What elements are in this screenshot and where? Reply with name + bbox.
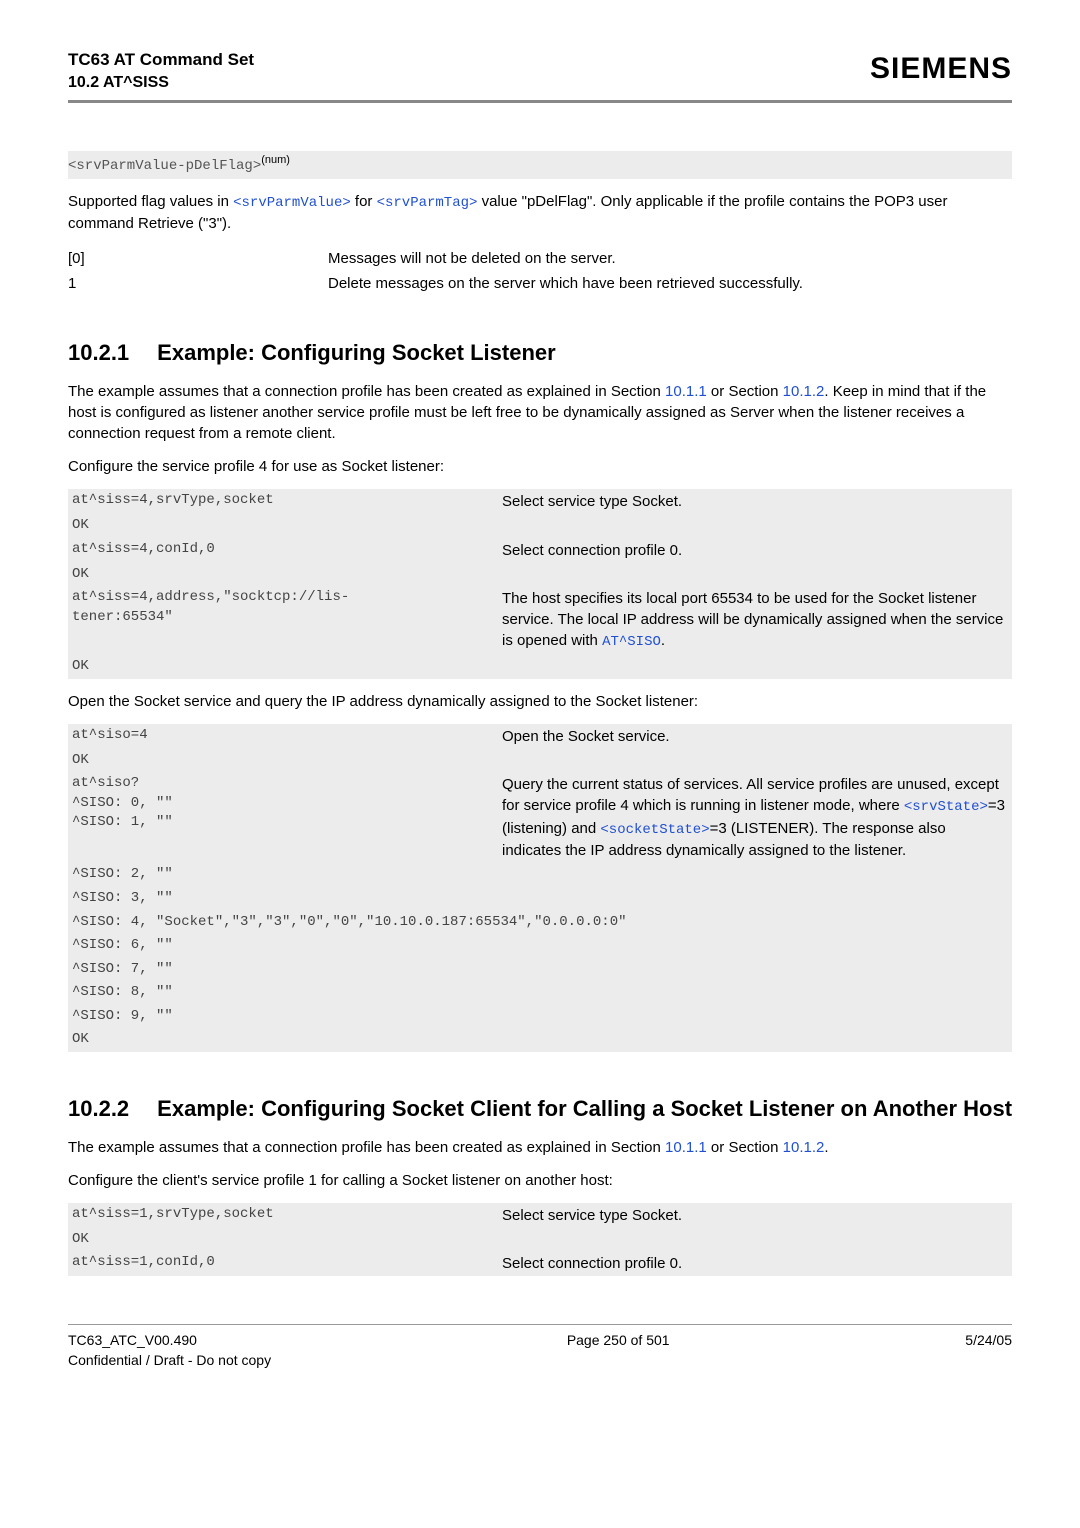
- section-para: The example assumes that a connection pr…: [68, 1137, 1012, 1158]
- footer-docid: TC63_ATC_V00.490: [68, 1331, 271, 1351]
- text: .: [824, 1139, 828, 1156]
- text: or Section: [707, 1139, 783, 1156]
- link-section[interactable]: 10.1.2: [783, 1139, 825, 1156]
- doc-title: TC63 AT Command Set: [68, 48, 254, 72]
- code: OK: [72, 751, 502, 771]
- code-comment: [502, 983, 1008, 1003]
- code: at^siso=4: [72, 726, 502, 747]
- code: ^SISO: 8, "": [72, 983, 502, 1003]
- param-value: Delete messages on the server which have…: [328, 271, 1012, 296]
- code-comment: [502, 1030, 1008, 1050]
- section-number: 10.2.2: [68, 1094, 129, 1125]
- code: at^siss=1,srvType,socket: [72, 1205, 502, 1226]
- code: OK: [72, 1230, 502, 1250]
- code-comment: [502, 657, 1008, 677]
- text: The host specifies its local port 65534 …: [502, 590, 1003, 649]
- section-para: Configure the client's service profile 1…: [68, 1170, 1012, 1191]
- code-comment: [502, 865, 1008, 885]
- code: at^siso? ^SISO: 0, "" ^SISO: 1, "": [72, 774, 502, 861]
- page-header: TC63 AT Command Set 10.2 AT^SISS SIEMENS: [68, 48, 1012, 103]
- param-desc: Supported flag values in <srvParmValue> …: [68, 191, 1012, 235]
- code: ^SISO: 4, "Socket","3","3","0","0","10.1…: [72, 913, 1008, 933]
- section-para: The example assumes that a connection pr…: [68, 381, 1012, 444]
- code: at^siss=4,conId,0: [72, 540, 502, 561]
- link-section[interactable]: 10.1.1: [665, 1139, 707, 1156]
- code: ^SISO: 7, "": [72, 960, 502, 980]
- section-number: 10.2.1: [68, 338, 129, 369]
- code-comment: [502, 1007, 1008, 1027]
- code-comment: [502, 936, 1008, 956]
- param-name: <srvParmValue-pDelFlag>: [68, 158, 261, 174]
- param-key: [0]: [68, 246, 328, 271]
- code-block: at^siso=4Open the Socket service. OK at^…: [68, 724, 1012, 1053]
- code-comment: [502, 516, 1008, 536]
- code-block: at^siss=4,srvType,socketSelect service t…: [68, 489, 1012, 678]
- code: at^siss=1,conId,0: [72, 1253, 502, 1274]
- section-heading: 10.2.1 Example: Configuring Socket Listen…: [68, 338, 1012, 369]
- link-socketstate[interactable]: <socketState>: [600, 822, 709, 838]
- code-comment: [502, 889, 1008, 909]
- param-table: [0] Messages will not be deleted on the …: [68, 246, 1012, 296]
- link-atsiso[interactable]: AT^SISO: [602, 634, 661, 650]
- section-title: Example: Configuring Socket Listener: [157, 340, 556, 365]
- code-comment: Open the Socket service.: [502, 726, 1008, 747]
- section-title: Example: Configuring Socket Client for C…: [157, 1096, 1012, 1121]
- table-row: 1 Delete messages on the server which ha…: [68, 271, 1012, 296]
- code: ^SISO: 9, "": [72, 1007, 502, 1027]
- param-key: 1: [68, 271, 328, 296]
- code-comment: Query the current status of services. Al…: [502, 774, 1008, 861]
- code: OK: [72, 1030, 502, 1050]
- link-srvstate[interactable]: <srvState>: [904, 799, 988, 815]
- footer-date: 5/24/05: [965, 1331, 1012, 1370]
- code-block: at^siss=1,srvType,socketSelect service t…: [68, 1203, 1012, 1277]
- code: OK: [72, 516, 502, 536]
- code: ^SISO: 2, "": [72, 865, 502, 885]
- code: ^SISO: 6, "": [72, 936, 502, 956]
- text: The example assumes that a connection pr…: [68, 1139, 665, 1156]
- text: for: [351, 193, 377, 210]
- table-row: [0] Messages will not be deleted on the …: [68, 246, 1012, 271]
- param-name-block: <srvParmValue-pDelFlag>(num): [68, 151, 1012, 179]
- doc-section: 10.2 AT^SISS: [68, 72, 254, 94]
- code: OK: [72, 565, 502, 585]
- code: OK: [72, 657, 502, 677]
- code-comment: Select service type Socket.: [502, 1205, 1008, 1226]
- header-left: TC63 AT Command Set 10.2 AT^SISS: [68, 48, 254, 94]
- code-comment: [502, 1230, 1008, 1250]
- code-comment: Select service type Socket.: [502, 491, 1008, 512]
- link-section[interactable]: 10.1.1: [665, 383, 707, 400]
- link-section[interactable]: 10.1.2: [783, 383, 825, 400]
- link-srvparmvalue[interactable]: <srvParmValue>: [233, 195, 351, 211]
- code: ^SISO: 3, "": [72, 889, 502, 909]
- section-para: Configure the service profile 4 for use …: [68, 456, 1012, 477]
- text: .: [661, 632, 665, 649]
- footer-left: TC63_ATC_V00.490 Confidential / Draft - …: [68, 1331, 271, 1370]
- text: The example assumes that a connection pr…: [68, 383, 665, 400]
- code-comment: The host specifies its local port 65534 …: [502, 588, 1008, 653]
- code-comment: [502, 751, 1008, 771]
- page-footer: TC63_ATC_V00.490 Confidential / Draft - …: [68, 1324, 1012, 1370]
- link-srvparmtag[interactable]: <srvParmTag>: [377, 195, 478, 211]
- text: or Section: [707, 383, 783, 400]
- code: at^siss=4,address,"socktcp://lis- tener:…: [72, 588, 502, 653]
- code: at^siss=4,srvType,socket: [72, 491, 502, 512]
- footer-page: Page 250 of 501: [567, 1331, 670, 1370]
- param-value: Messages will not be deleted on the serv…: [328, 246, 1012, 271]
- section-para: Open the Socket service and query the IP…: [68, 691, 1012, 712]
- brand-logo: SIEMENS: [870, 48, 1012, 90]
- code-comment: Select connection profile 0.: [502, 540, 1008, 561]
- code-comment: Select connection profile 0.: [502, 1253, 1008, 1274]
- text: Supported flag values in: [68, 193, 233, 210]
- param-sup: (num): [261, 154, 290, 166]
- section-heading: 10.2.2 Example: Configuring Socket Client…: [68, 1094, 1012, 1125]
- code-comment: [502, 960, 1008, 980]
- code-comment: [502, 565, 1008, 585]
- footer-confidential: Confidential / Draft - Do not copy: [68, 1351, 271, 1371]
